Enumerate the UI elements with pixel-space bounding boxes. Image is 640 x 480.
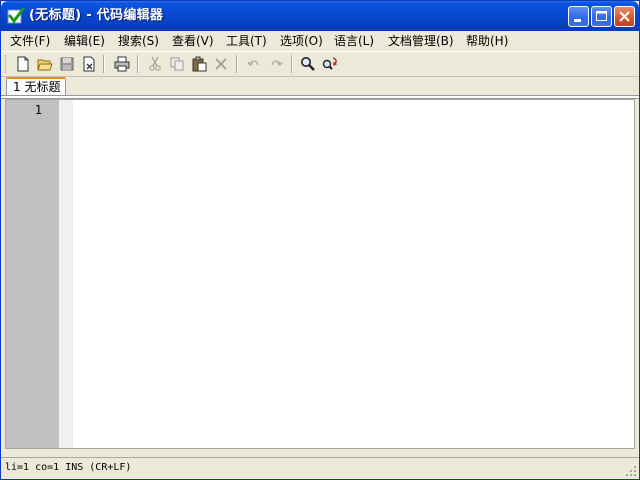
menu-language[interactable]: 语言(L) [334, 33, 374, 49]
app-checkmark-icon[interactable] [7, 7, 25, 25]
menu-file[interactable]: 文件(F) [10, 33, 50, 49]
toolbar-separator [137, 55, 139, 73]
status-bar: li=1 co=1 INS (CR+LF) [1, 457, 639, 479]
open-file-button[interactable] [34, 54, 56, 74]
redo-button[interactable] [265, 54, 287, 74]
print-button[interactable] [111, 54, 133, 74]
cut-button[interactable] [144, 54, 166, 74]
menu-search[interactable]: 搜索(S) [118, 33, 159, 49]
toolbar-separator [103, 55, 105, 73]
menu-document-manager[interactable]: 文档管理(B) [388, 33, 454, 49]
window-title: (无标题) - 代码编辑器 [29, 8, 164, 23]
redo-icon [271, 60, 283, 66]
paste-icon [192, 56, 207, 72]
find-button[interactable] [297, 54, 319, 74]
replace-icon [322, 57, 337, 70]
tab-untitled[interactable]: 1 无标题 [6, 77, 66, 96]
editor-text-area[interactable] [73, 100, 634, 448]
toolbar [1, 51, 639, 77]
toolbar-grip[interactable] [5, 55, 9, 73]
print-icon [114, 56, 130, 72]
toolbar-separator [291, 55, 293, 73]
cut-icon [149, 56, 161, 71]
open-folder-icon [37, 59, 53, 71]
menu-tools[interactable]: 工具(T) [226, 33, 267, 49]
replace-button[interactable] [319, 54, 341, 74]
undo-button[interactable] [243, 54, 265, 74]
line-number: 1 [34, 103, 42, 117]
tab-label: 1 无标题 [13, 80, 61, 94]
new-file-icon [17, 56, 29, 72]
delete-button[interactable] [210, 54, 232, 74]
menu-view[interactable]: 查看(V) [172, 33, 214, 49]
delete-icon [215, 58, 227, 70]
minimize-button[interactable] [568, 6, 589, 27]
close-file-icon [83, 56, 95, 72]
cursor-status: li=1 co=1 INS (CR+LF) [5, 462, 132, 473]
paste-button[interactable] [188, 54, 210, 74]
new-file-button[interactable] [12, 54, 34, 74]
maximize-button[interactable] [591, 6, 612, 27]
close-button[interactable] [614, 6, 635, 27]
code-editor: 1 [5, 99, 635, 449]
menu-edit[interactable]: 编辑(E) [64, 33, 105, 49]
menu-bar: 文件(F) 编辑(E) 搜索(S) 查看(V) 工具(T) 选项(O) 语言(L… [1, 31, 639, 51]
find-icon [301, 57, 315, 71]
menu-options[interactable]: 选项(O) [280, 33, 323, 49]
resize-grip-icon[interactable] [625, 465, 637, 477]
app-window: (无标题) - 代码编辑器 文件(F) 编辑(E) 搜索(S) 查看(V) 工具… [0, 0, 640, 480]
menu-help[interactable]: 帮助(H) [466, 33, 508, 49]
close-file-button[interactable] [78, 54, 100, 74]
copy-icon [170, 57, 184, 71]
document-tab-strip: 1 无标题 [1, 77, 639, 97]
save-icon [60, 57, 74, 71]
save-button[interactable] [56, 54, 78, 74]
undo-icon [247, 60, 259, 66]
fold-margin[interactable] [59, 100, 73, 448]
copy-button[interactable] [166, 54, 188, 74]
toolbar-separator [236, 55, 238, 73]
title-bar[interactable]: (无标题) - 代码编辑器 [1, 1, 639, 31]
line-number-gutter: 1 [6, 100, 59, 448]
